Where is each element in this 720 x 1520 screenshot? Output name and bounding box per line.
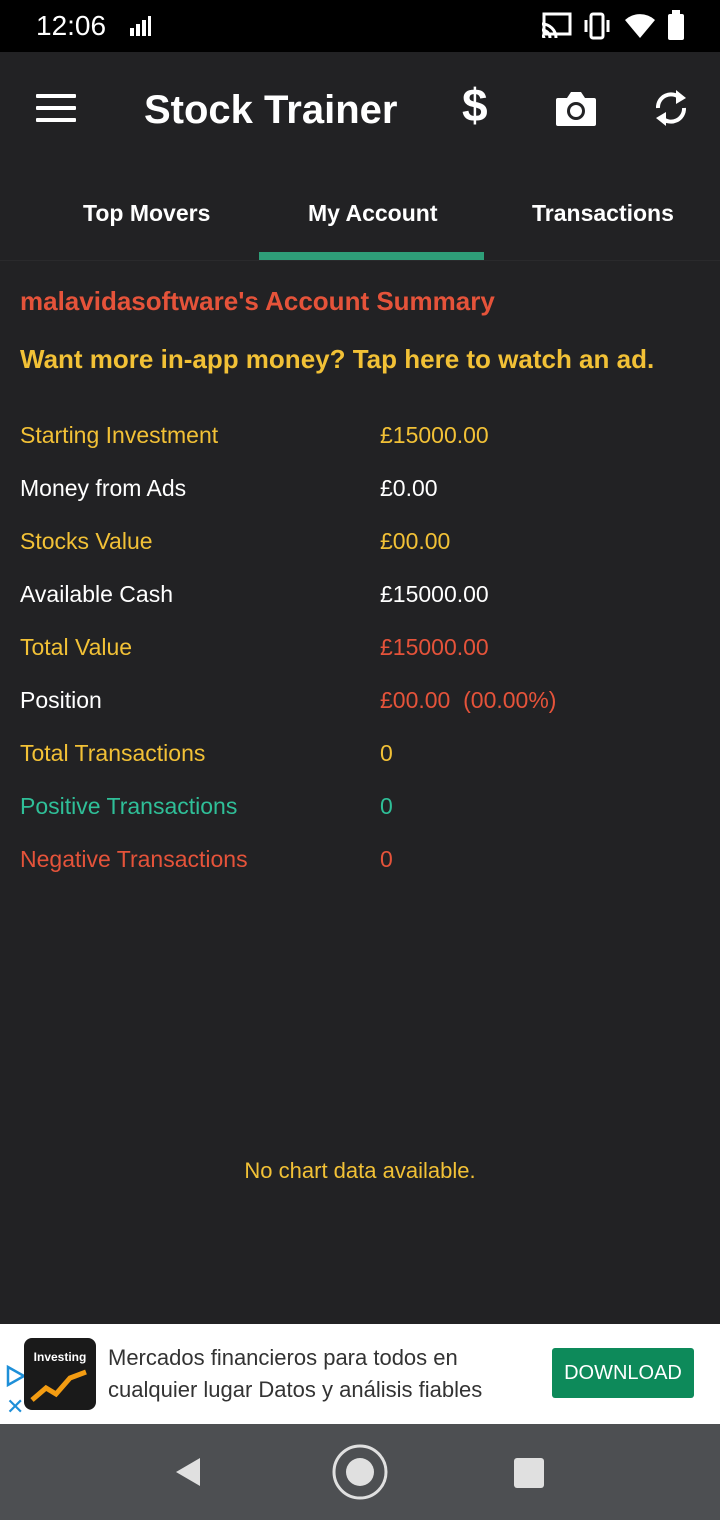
row-value: £00.00 (380, 528, 451, 554)
row-available-cash: Available Cash £15000.00 (20, 581, 700, 621)
battery-icon (668, 10, 684, 40)
camera-icon[interactable] (554, 88, 598, 128)
row-value: 0 (380, 846, 393, 872)
row-positive-transactions: Positive Transactions 0 (20, 793, 700, 833)
row-value: £00.00 (00.00%) (380, 687, 557, 713)
row-label: Total Transactions (20, 740, 206, 766)
back-icon[interactable] (170, 1454, 206, 1490)
signal-bars-icon (130, 16, 151, 36)
tab-selected-indicator (259, 252, 484, 260)
ad-banner[interactable]: ✕ Investing Mercados financieros para to… (0, 1324, 720, 1424)
row-starting-investment: Starting Investment £15000.00 (20, 422, 700, 462)
row-stocks-value: Stocks Value £00.00 (20, 528, 700, 568)
tab-transactions[interactable]: Transactions (532, 200, 674, 227)
watch-ad-link[interactable]: Want more in-app money? Tap here to watc… (20, 344, 654, 375)
status-bar: 12:06 (0, 0, 720, 52)
dollar-icon[interactable]: $ (462, 82, 488, 128)
row-label: Position (20, 687, 102, 713)
row-value: £15000.00 (380, 422, 489, 448)
home-icon[interactable] (330, 1442, 390, 1502)
row-negative-transactions: Negative Transactions 0 (20, 846, 700, 886)
account-summary-title: malavidasoftware's Account Summary (20, 286, 495, 316)
row-label: Positive Transactions (20, 793, 238, 819)
row-value: 0 (380, 793, 393, 819)
row-label: Negative Transactions (20, 846, 248, 872)
tabs-divider (0, 260, 720, 261)
menu-icon[interactable] (36, 94, 76, 124)
row-value: £15000.00 (380, 581, 489, 607)
vibrate-icon (584, 12, 610, 40)
row-label: Total Value (20, 634, 133, 660)
app-title: Stock Trainer (144, 88, 398, 132)
row-label: Stocks Value (20, 528, 153, 554)
chart-trend-icon (30, 1369, 87, 1402)
ad-download-button[interactable]: DOWNLOAD (552, 1348, 694, 1398)
chart-empty-message: No chart data available. (244, 1158, 476, 1183)
ad-close-icon[interactable]: ✕ (6, 1394, 24, 1420)
tab-top-movers[interactable]: Top Movers (83, 200, 210, 227)
row-value: 0 (380, 740, 393, 766)
row-value: £0.00 (380, 475, 438, 501)
cast-icon (541, 12, 572, 39)
ad-logo-text: Investing (33, 1350, 87, 1364)
row-label: Starting Investment (20, 422, 219, 448)
tab-bar: Top Movers My Account Transactions (0, 170, 720, 262)
row-total-transactions: Total Transactions 0 (20, 740, 700, 780)
system-navigation-bar (0, 1424, 720, 1520)
status-time: 12:06 (36, 10, 107, 41)
row-total-value: Total Value £15000.00 (20, 634, 700, 674)
row-label: Money from Ads (20, 475, 187, 501)
row-position: Position £00.00 (00.00%) (20, 687, 700, 727)
tab-my-account[interactable]: My Account (308, 200, 438, 227)
row-label: Available Cash (20, 581, 174, 607)
app-bar: Stock Trainer $ (0, 52, 720, 170)
sync-icon[interactable] (650, 86, 692, 130)
recents-icon[interactable] (512, 1456, 546, 1490)
row-value: £15000.00 (380, 634, 489, 660)
row-money-from-ads: Money from Ads £0.00 (20, 475, 700, 515)
ad-logo: Investing (24, 1338, 96, 1410)
wifi-icon (625, 14, 655, 39)
ad-text: Mercados financieros para todos en cualq… (108, 1345, 483, 1402)
